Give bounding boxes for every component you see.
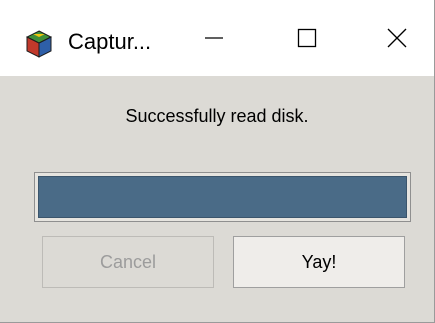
colored-cube-icon [25, 30, 53, 58]
progress-bar [34, 172, 411, 222]
minimize-button[interactable] [183, 0, 245, 76]
status-message: Successfully read disk. [125, 106, 309, 126]
close-icon [387, 28, 407, 48]
window-title: Captur... [68, 29, 152, 54]
close-button[interactable] [366, 0, 428, 76]
progress-bar-fill [38, 176, 407, 218]
yay-button[interactable]: Yay! [233, 236, 405, 288]
cancel-button[interactable]: Cancel [42, 236, 214, 288]
title-bar[interactable]: Captur... [0, 0, 434, 76]
minimize-icon [205, 37, 223, 39]
capture-dialog-window: Captur... Successfully read disk. Cancel… [0, 0, 435, 323]
maximize-button[interactable] [276, 0, 338, 76]
maximize-icon [297, 28, 317, 48]
